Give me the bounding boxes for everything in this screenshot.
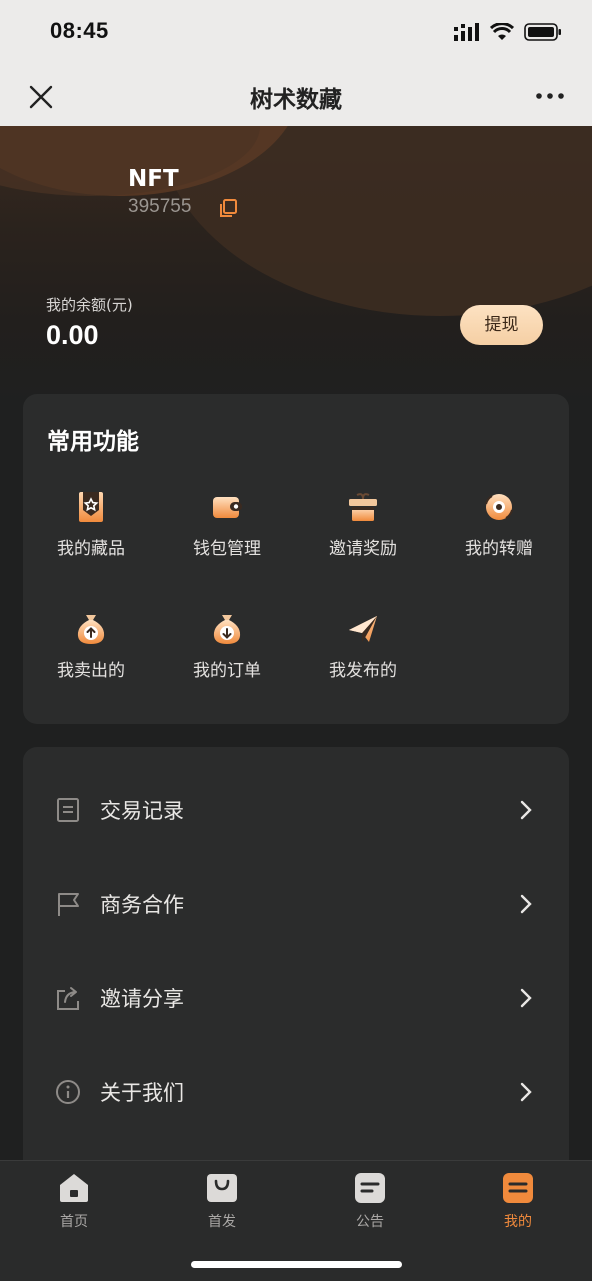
function-my-collection[interactable]: 我的藏品 xyxy=(23,490,159,590)
menu-item-about-us[interactable]: 关于我们 xyxy=(23,1037,569,1131)
more-icon[interactable] xyxy=(534,84,566,108)
menu-item-business[interactable]: 商务合作 xyxy=(23,849,569,943)
menu-item-label: 商务合作 xyxy=(100,893,184,917)
status-time: 08:45 xyxy=(50,18,109,43)
info-icon xyxy=(56,1080,80,1104)
menu-list: 交易记录 商务合作 邀请分享 关于我们 xyxy=(23,747,569,1187)
function-label: 我的藏品 xyxy=(57,539,125,559)
order-bag-icon xyxy=(213,615,241,644)
home-indicator xyxy=(191,1261,402,1268)
tab-notice[interactable]: 公告 xyxy=(320,1171,420,1231)
home-icon xyxy=(60,1174,88,1202)
function-my-transfer[interactable]: 我的转赠 xyxy=(431,490,567,590)
function-my-sold[interactable]: 我卖出的 xyxy=(23,612,159,712)
tab-label: 首发 xyxy=(208,1214,236,1230)
document-icon xyxy=(57,798,79,822)
menu-item-invite-share[interactable]: 邀请分享 xyxy=(23,943,569,1037)
balance-label: 我的余额(元) xyxy=(46,296,133,314)
function-wallet-management[interactable]: 钱包管理 xyxy=(159,490,295,590)
chevron-right-icon xyxy=(520,1082,532,1102)
function-label: 钱包管理 xyxy=(193,539,261,559)
notice-icon xyxy=(355,1173,385,1203)
function-my-orders[interactable]: 我的订单 xyxy=(159,612,295,712)
tab-home[interactable]: 首页 xyxy=(24,1171,124,1231)
sold-bag-icon xyxy=(77,615,105,644)
tab-label: 我的 xyxy=(504,1214,532,1230)
profile-header: NFT 395755 xyxy=(0,126,592,406)
tab-first-release[interactable]: 首发 xyxy=(172,1171,272,1231)
chevron-right-icon xyxy=(520,894,532,914)
paper-plane-icon xyxy=(349,616,377,642)
gift-icon xyxy=(349,493,377,521)
tab-label: 首页 xyxy=(60,1214,88,1230)
share-icon xyxy=(57,987,79,1010)
flag-icon xyxy=(58,893,79,916)
chevron-right-icon xyxy=(520,988,532,1008)
function-label: 我发布的 xyxy=(329,661,397,681)
wallet-icon xyxy=(213,497,242,518)
transfer-icon xyxy=(485,494,513,520)
function-label: 邀请奖励 xyxy=(329,539,397,559)
function-label: 我的订单 xyxy=(193,661,261,681)
shopping-bag-icon xyxy=(207,1174,237,1202)
function-label: 我的转赠 xyxy=(465,539,533,559)
battery-icon xyxy=(524,23,561,41)
common-functions-card: 常用功能 我的藏品 钱包管理 邀请奖励 我的转赠 我卖出的 我的订单 我发布的 xyxy=(23,394,569,724)
tab-mine[interactable]: 我的 xyxy=(468,1171,568,1231)
menu-item-label: 关于我们 xyxy=(100,1081,184,1105)
function-my-published[interactable]: 我发布的 xyxy=(295,612,431,712)
section-title: 常用功能 xyxy=(47,429,139,455)
menu-item-label: 邀请分享 xyxy=(100,987,184,1011)
signal-icon xyxy=(454,23,479,41)
chevron-right-icon xyxy=(520,800,532,820)
nav-bar: 树术数藏 xyxy=(0,66,592,127)
user-name: NFT xyxy=(128,166,179,188)
menu-item-label: 交易记录 xyxy=(100,799,184,823)
tab-label: 公告 xyxy=(356,1214,384,1230)
withdraw-button[interactable]: 提现 xyxy=(460,305,543,345)
menu-item-trade-records[interactable]: 交易记录 xyxy=(23,755,569,849)
page-title: 树术数藏 xyxy=(250,87,342,113)
user-id: 395755 xyxy=(128,196,192,217)
function-invite-reward[interactable]: 邀请奖励 xyxy=(295,490,431,590)
balance-value: 0.00 xyxy=(46,320,99,350)
status-bar: 08:45 xyxy=(0,0,592,66)
function-label: 我卖出的 xyxy=(57,661,125,681)
wifi-icon xyxy=(490,23,514,40)
status-icons xyxy=(454,22,562,42)
copy-icon[interactable] xyxy=(218,198,238,218)
collection-icon xyxy=(79,492,103,522)
profile-icon xyxy=(503,1173,533,1203)
